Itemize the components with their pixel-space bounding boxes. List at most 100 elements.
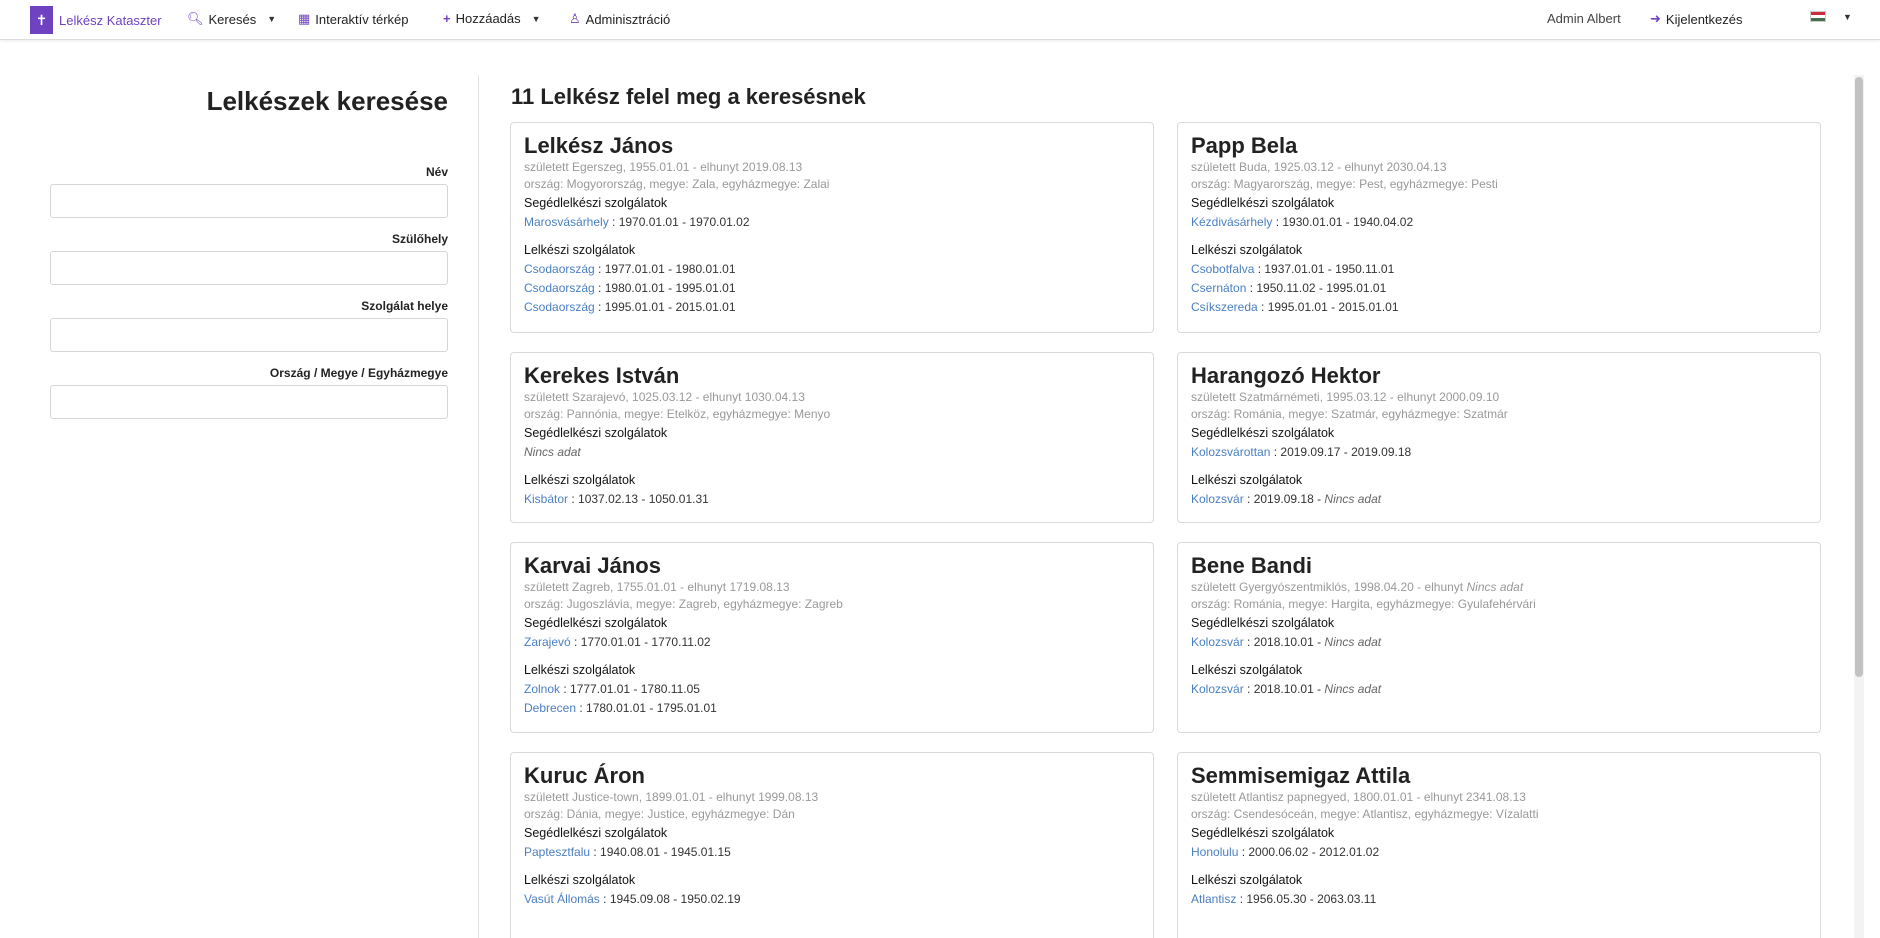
- service-row: Kézdivásárhely : 1930.01.01 - 1940.04.02: [1191, 213, 1807, 232]
- no-data-text: Nincs adat: [524, 445, 581, 459]
- service-dates: : 1037.02.13 - 1050.01.31: [568, 492, 709, 506]
- pastor-services-title: Lelkészi szolgálatok: [1191, 473, 1303, 487]
- nav-add-label: Hozzáadás: [455, 11, 521, 26]
- service-dates: : 1940.08.01 - 1945.01.15: [590, 845, 731, 859]
- nav-search-dropdown[interactable]: 🔍︎ Keresés ▼: [187, 11, 276, 27]
- user-name[interactable]: Admin Albert: [1547, 11, 1621, 26]
- service-row: Kisbátor : 1037.02.13 - 1050.01.31: [524, 490, 1140, 509]
- birth-death-text: született Gyergyószentmiklós, 1998.04.20…: [1191, 580, 1467, 594]
- map-icon: ▦: [298, 11, 311, 26]
- church-logo-icon: ✝: [30, 6, 53, 34]
- service-row: Honolulu : 2000.06.02 - 2012.01.02: [1191, 843, 1807, 862]
- assistant-services-title: Segédlelkészi szolgálatok: [524, 616, 668, 630]
- service-place-link[interactable]: Kolozsvárottan: [1191, 445, 1270, 459]
- brand-link[interactable]: ✝ Lelkész Kataszter: [30, 6, 162, 34]
- service-place-label: Szolgálat helye: [361, 299, 448, 313]
- service-place-link[interactable]: Vasút Állomás: [524, 892, 600, 906]
- service-dates: : 1770.01.01 - 1770.11.02: [570, 635, 711, 649]
- language-dropdown[interactable]: ▼: [1810, 11, 1852, 22]
- service-place-link[interactable]: Kolozsvár: [1191, 682, 1244, 696]
- service-dates: : 1777.01.01 - 1780.11.05: [560, 682, 700, 696]
- service-row: Atlantisz : 1956.05.30 - 2063.03.11: [1191, 890, 1807, 909]
- pastor-name[interactable]: Lelkész János: [524, 133, 1140, 159]
- top-navbar: ✝ Lelkész Kataszter 🔍︎ Keresés ▼ ▦ Inter…: [0, 0, 1880, 40]
- assistant-services-title: Segédlelkészi szolgálatok: [1191, 196, 1335, 210]
- service-dates: : 1930.01.01 - 1940.04.02: [1272, 215, 1414, 229]
- service-place-link[interactable]: Zolnok: [524, 682, 560, 696]
- pastor-card: Bene Bandi született Gyergyószentmiklós,…: [1177, 542, 1821, 733]
- service-dates: : 1937.01.01 - 1950.11.01: [1254, 262, 1395, 276]
- pastor-services-title: Lelkészi szolgálatok: [524, 473, 636, 487]
- assistant-services-title: Segédlelkészi szolgálatok: [1191, 426, 1335, 440]
- service-place-link[interactable]: Honolulu: [1191, 845, 1238, 859]
- service-place-link[interactable]: Kolozsvár: [1191, 635, 1244, 649]
- service-place-link[interactable]: Zarajevó: [524, 635, 571, 649]
- service-dates: : 1956.05.30 - 2063.03.11: [1236, 892, 1377, 906]
- pastor-birth-death: született Egerszeg, 1955.01.01 - elhunyt…: [524, 160, 803, 174]
- service-place-link[interactable]: Marosvásárhely: [524, 215, 609, 229]
- service-place-link[interactable]: Kolozsvár: [1191, 492, 1244, 506]
- service-place-link[interactable]: Csernáton: [1191, 281, 1246, 295]
- service-place-link[interactable]: Kisbátor: [524, 492, 568, 506]
- pastor-region: ország: Románia, megye: Hargita, egyházm…: [1191, 597, 1536, 611]
- service-place-link[interactable]: Kézdivásárhely: [1191, 215, 1272, 229]
- caret-down-icon: ▼: [267, 14, 277, 24]
- service-place-link[interactable]: Csobotfalva: [1191, 262, 1254, 276]
- nav-map-label: Interaktív térkép: [315, 11, 409, 27]
- nav-admin-label: Adminisztráció: [585, 11, 671, 27]
- assistant-services-title: Segédlelkészi szolgálatok: [1191, 616, 1335, 630]
- service-row: Zolnok : 1777.01.01 - 1780.11.05: [524, 680, 1140, 699]
- pastor-name[interactable]: Papp Bela: [1191, 133, 1807, 159]
- service-dates: : 1950.11.02 - 1995.01.01: [1246, 281, 1387, 295]
- no-data-text: Nincs adat: [1324, 682, 1382, 696]
- service-dates: : 2019.09.17 - 2019.09.18: [1270, 445, 1412, 459]
- service-dates: : 2018.10.01 -: [1243, 682, 1325, 696]
- no-data-text: Nincs adat: [1324, 635, 1382, 649]
- service-dates: : 1970.01.01 - 1970.01.02: [608, 215, 750, 229]
- service-place-link[interactable]: Debrecen: [524, 701, 576, 715]
- nav-admin-link[interactable]: ♙ Adminisztráció: [569, 11, 670, 27]
- nav-add-dropdown[interactable]: + Hozzáadás ▼: [443, 11, 541, 26]
- region-input[interactable]: [50, 385, 448, 419]
- user-secret-icon: ♙: [569, 11, 581, 26]
- name-input[interactable]: [50, 184, 448, 218]
- birthplace-label: Szülőhely: [391, 232, 448, 246]
- logout-link[interactable]: ➜ Kijelentkezés: [1650, 11, 1743, 27]
- pastor-region: ország: Magyarország, megye: Pest, egyhá…: [1191, 177, 1498, 191]
- pastor-services-title: Lelkészi szolgálatok: [1191, 663, 1303, 677]
- pastor-name[interactable]: Harangozó Hektor: [1191, 363, 1807, 389]
- pastor-region: ország: Csendesóceán, megye: Atlantisz, …: [1191, 807, 1539, 821]
- service-place-link[interactable]: Paptesztfalu: [524, 845, 590, 859]
- sign-out-icon: ➜: [1650, 11, 1661, 26]
- service-row: Csíkszereda : 1995.01.01 - 2015.01.01: [1191, 298, 1807, 317]
- service-dates: : 1977.01.01 - 1980.01.01: [594, 262, 736, 276]
- pastor-name[interactable]: Semmisemigaz Attila: [1191, 763, 1807, 789]
- caret-down-icon: ▼: [531, 13, 541, 24]
- service-place-link[interactable]: Atlantisz: [1191, 892, 1236, 906]
- pastor-name[interactable]: Kuruc Áron: [524, 763, 1140, 789]
- pastor-name[interactable]: Karvai János: [524, 553, 1140, 579]
- pastor-name[interactable]: Kerekes István: [524, 363, 1140, 389]
- service-dates: : 2018.10.01 -: [1243, 635, 1325, 649]
- assistant-services-title: Segédlelkészi szolgálatok: [524, 426, 668, 440]
- service-place-link[interactable]: Csodaország: [524, 300, 595, 314]
- service-row: Zarajevó : 1770.01.01 - 1770.11.02: [524, 633, 1140, 652]
- service-place-link[interactable]: Csíkszereda: [1191, 300, 1258, 314]
- service-place-link[interactable]: Csodaország: [524, 281, 595, 295]
- user-name-label: Admin Albert: [1547, 11, 1621, 26]
- nav-map-link[interactable]: ▦ Interaktív térkép: [298, 11, 409, 27]
- pastor-name[interactable]: Bene Bandi: [1191, 553, 1807, 579]
- birthplace-input[interactable]: [50, 251, 448, 285]
- pastor-birth-death: született Zagreb, 1755.01.01 - elhunyt 1…: [524, 580, 790, 594]
- pastor-region: ország: Románia, megye: Szatmár, egyházm…: [1191, 407, 1508, 421]
- service-row: Csobotfalva : 1937.01.01 - 1950.11.01: [1191, 260, 1807, 279]
- service-row: Kolozsvárottan : 2019.09.17 - 2019.09.18: [1191, 443, 1807, 462]
- page-scrollbar-thumb[interactable]: [1855, 77, 1863, 677]
- pastor-birth-death: született Szatmárnémeti, 1995.03.12 - el…: [1191, 390, 1500, 404]
- search-icon: 🔍︎: [187, 11, 204, 26]
- service-row: Kolozsvár : 2018.10.01 - Nincs adat: [1191, 680, 1807, 699]
- region-label: Ország / Megye / Egyházmegye: [269, 366, 448, 380]
- service-place-input[interactable]: [50, 318, 448, 352]
- service-row: Csernáton : 1950.11.02 - 1995.01.01: [1191, 279, 1807, 298]
- service-place-link[interactable]: Csodaország: [524, 262, 595, 276]
